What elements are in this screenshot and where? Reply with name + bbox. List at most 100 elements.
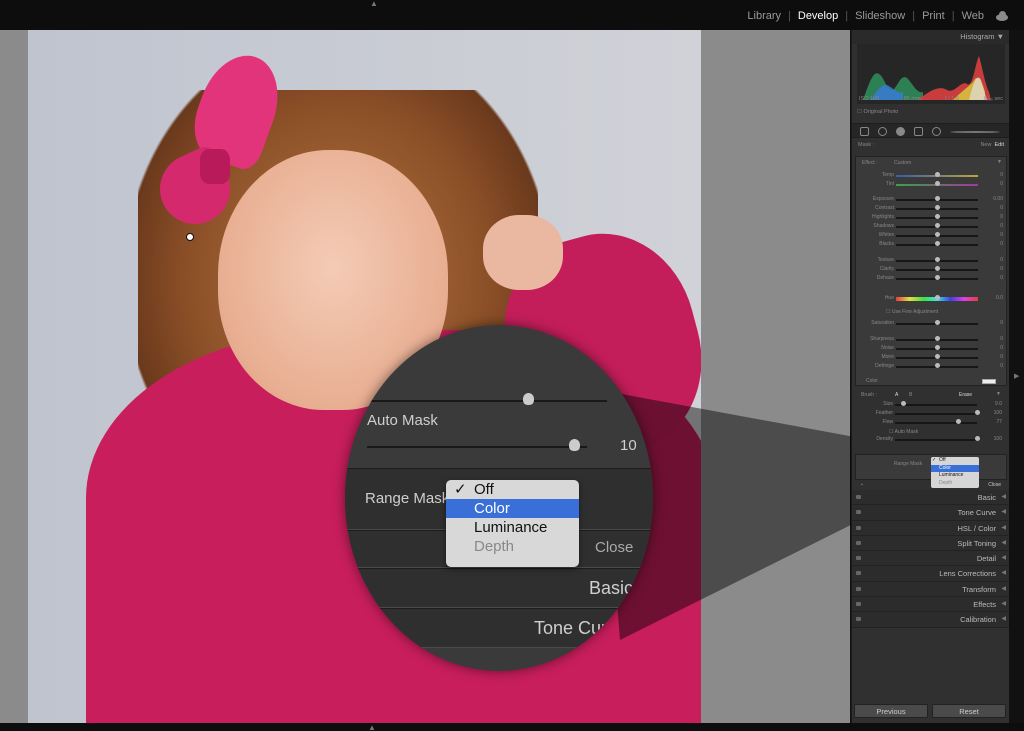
effect-slider-row[interactable]: Highlights 0 xyxy=(856,213,1008,222)
effect-slider-thumb[interactable] xyxy=(934,205,940,210)
section-toggle-icon[interactable] xyxy=(856,586,861,591)
brush-slider-row[interactable]: Density 100 xyxy=(855,435,1007,444)
effect-slider-value[interactable]: 0 xyxy=(1000,266,1003,272)
effect-slider-value[interactable]: 0 xyxy=(1000,275,1003,281)
adjustment-pin-icon[interactable] xyxy=(186,233,194,241)
brush-slider-thumb[interactable] xyxy=(900,401,906,406)
effect-slider-thumb[interactable] xyxy=(934,196,940,201)
expand-triangle-icon[interactable]: ◀ xyxy=(1001,490,1006,505)
effect-slider-row[interactable]: Saturation 0 xyxy=(856,319,1008,328)
effect-slider-value[interactable]: 0 xyxy=(1000,241,1003,247)
effect-slider-value[interactable]: 0 xyxy=(1000,223,1003,229)
top-panel-toggle-icon[interactable]: ▲ xyxy=(368,0,380,8)
effect-slider-row[interactable]: Blacks 0 xyxy=(856,240,1008,249)
expand-triangle-icon[interactable]: ◀ xyxy=(1001,582,1006,597)
option-off[interactable]: ✓ Off xyxy=(931,457,979,465)
auto-mask-checkbox[interactable]: ☐ Auto Mask xyxy=(889,429,918,435)
expand-triangle-icon[interactable]: ◀ xyxy=(1001,521,1006,536)
effect-slider-thumb[interactable] xyxy=(934,363,940,368)
previous-button[interactable]: Previous xyxy=(854,704,928,718)
effect-slider-row[interactable]: Shadows 0 xyxy=(856,222,1008,231)
effect-slider-value[interactable]: 0 xyxy=(1000,363,1003,369)
effect-slider-row[interactable]: Clarity 0 xyxy=(856,265,1008,274)
mag-option-color[interactable]: Color xyxy=(446,499,579,518)
fine-adjust-row[interactable]: ☐ Use Fine Adjustment xyxy=(856,308,1008,317)
module-web[interactable]: Web xyxy=(962,10,984,22)
close-button[interactable]: Close xyxy=(988,482,1001,488)
brush-slider-value[interactable]: 9.0 xyxy=(995,401,1002,407)
section-toggle-icon[interactable] xyxy=(856,525,861,530)
brush-slider-row[interactable]: Size 9.0 xyxy=(855,400,1007,409)
cloud-icon[interactable] xyxy=(994,10,1010,22)
brush-slider-track[interactable] xyxy=(895,422,977,424)
filmstrip-toggle-icon[interactable]: ▲ xyxy=(368,723,376,731)
expand-triangle-icon[interactable]: ◀ xyxy=(1001,597,1006,612)
spot-removal-icon[interactable] xyxy=(878,127,887,136)
section-header[interactable]: Calibration ◀ xyxy=(852,612,1010,628)
red-eye-icon[interactable] xyxy=(896,127,905,136)
section-header[interactable]: Lens Corrections ◀ xyxy=(852,566,1010,582)
effect-slider-thumb[interactable] xyxy=(934,181,940,186)
effect-slider-row[interactable]: Whites 0 xyxy=(856,231,1008,240)
effect-slider-thumb[interactable] xyxy=(934,275,940,280)
brush-tool-icon[interactable] xyxy=(950,131,1000,133)
color-swatch[interactable] xyxy=(982,379,996,384)
mask-new-button[interactable]: New xyxy=(980,142,991,148)
effect-slider-thumb[interactable] xyxy=(934,336,940,341)
reset-button[interactable]: Reset xyxy=(932,704,1006,718)
effect-slider-thumb[interactable] xyxy=(934,223,940,228)
section-toggle-icon[interactable] xyxy=(856,556,861,561)
mag-option-luminance[interactable]: Luminance xyxy=(446,518,579,537)
section-header[interactable]: Split Toning ◀ xyxy=(852,535,1010,552)
effect-dropdown-icon[interactable]: ▼ xyxy=(997,159,1002,165)
effect-slider-thumb[interactable] xyxy=(934,295,940,300)
brush-slider-thumb[interactable] xyxy=(955,419,961,424)
effect-preset-value[interactable]: Custom xyxy=(894,160,911,166)
brush-slider-track[interactable] xyxy=(895,439,977,441)
section-header[interactable]: Transform ◀ xyxy=(852,581,1010,598)
effect-slider-value[interactable]: 0.00 xyxy=(993,196,1003,202)
brush-slider-value[interactable]: 100 xyxy=(994,436,1002,442)
effect-slider-thumb[interactable] xyxy=(934,232,940,237)
original-photo-checkbox[interactable]: ☐ Original Photo xyxy=(857,109,898,115)
effect-slider-value[interactable]: 0 xyxy=(1000,354,1003,360)
effect-slider-value[interactable]: 0 xyxy=(1000,336,1003,342)
crop-tool-icon[interactable] xyxy=(860,127,869,136)
mask-edit-button[interactable]: Edit xyxy=(995,142,1004,148)
brush-slider-row[interactable]: Flow 77 xyxy=(855,418,1007,427)
brush-slider-track[interactable] xyxy=(895,413,977,415)
effect-slider-value[interactable]: 0 xyxy=(1000,320,1003,326)
radial-filter-icon[interactable] xyxy=(932,127,941,136)
section-toggle-icon[interactable] xyxy=(856,540,861,545)
effect-slider-value[interactable]: 0 xyxy=(1000,232,1003,238)
section-toggle-icon[interactable] xyxy=(856,571,861,576)
brush-slider-row[interactable]: Feather 100 xyxy=(855,409,1007,418)
effect-slider-thumb[interactable] xyxy=(934,320,940,325)
effect-slider-value[interactable]: 0 xyxy=(1000,172,1003,178)
brush-a-tab[interactable]: A xyxy=(895,392,898,398)
brush-slider-value[interactable]: 100 xyxy=(994,410,1002,416)
expand-triangle-icon[interactable]: ◀ xyxy=(1001,505,1006,520)
section-toggle-icon[interactable] xyxy=(856,495,861,499)
effect-slider-thumb[interactable] xyxy=(934,257,940,262)
mag-tone-header[interactable]: Tone Cur xyxy=(534,618,607,639)
panel-toggle-icon[interactable]: ▪ xyxy=(861,482,863,488)
effect-slider-row[interactable]: Defringe 0 xyxy=(856,362,1008,371)
expand-triangle-icon[interactable]: ◀ xyxy=(1001,536,1006,551)
brush-slider-thumb[interactable] xyxy=(974,410,980,415)
effect-slider-thumb[interactable] xyxy=(934,266,940,271)
mag-basic-header[interactable]: Basic xyxy=(589,578,633,599)
expand-triangle-icon[interactable]: ◀ xyxy=(1001,566,1006,581)
effect-slider-row[interactable]: Contrast 0 xyxy=(856,204,1008,213)
brush-erase-tab[interactable]: Erase xyxy=(959,392,972,398)
module-develop[interactable]: Develop xyxy=(798,10,838,22)
section-header[interactable]: Effects ◀ xyxy=(852,597,1010,613)
mag-option-off[interactable]: ✓ Off xyxy=(446,480,579,499)
section-header[interactable]: Basic ◀ xyxy=(852,490,1010,506)
mag-close-button[interactable]: Close xyxy=(595,539,633,556)
effect-slider-row[interactable]: Texture 0 xyxy=(856,256,1008,265)
effect-slider-row[interactable]: Sharpness 0 xyxy=(856,335,1008,344)
effect-slider-row[interactable]: Temp 0 xyxy=(856,171,1008,180)
module-print[interactable]: Print xyxy=(922,10,945,22)
module-slideshow[interactable]: Slideshow xyxy=(855,10,905,22)
